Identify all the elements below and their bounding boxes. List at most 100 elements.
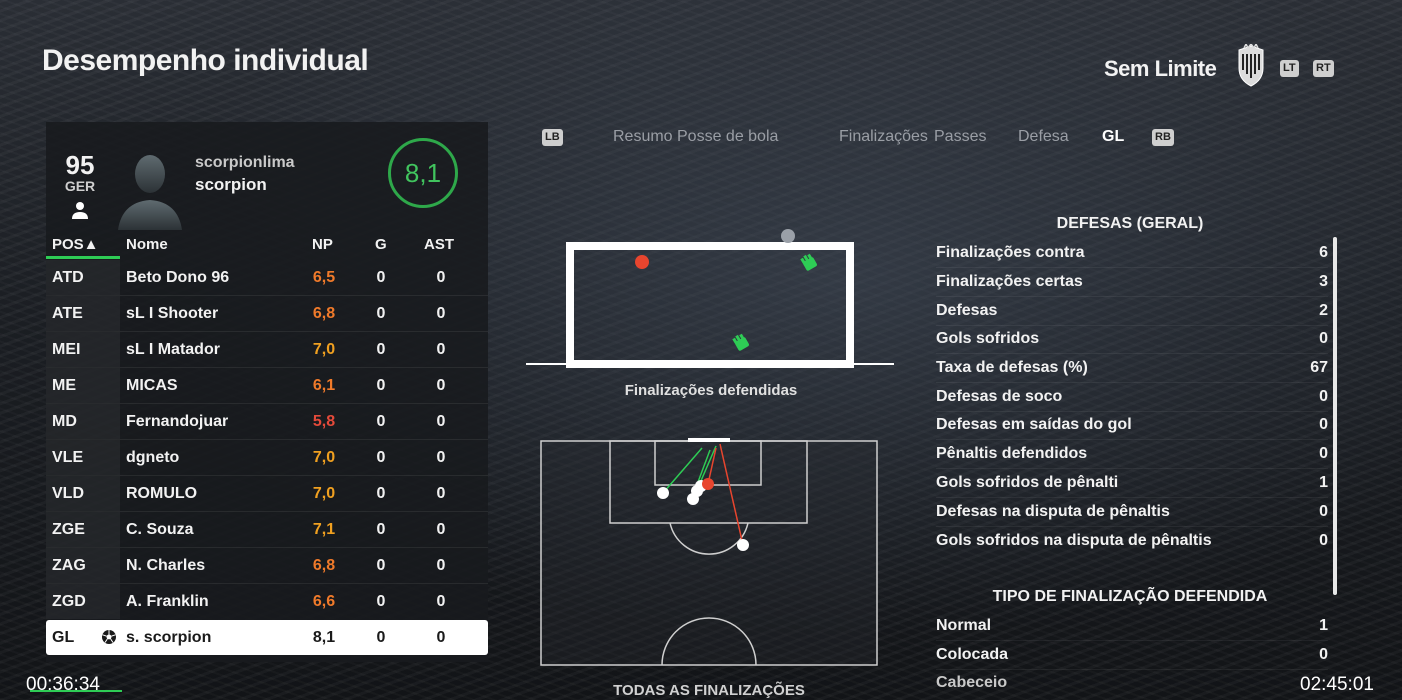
table-row[interactable]: ZAG N. Charles 6,8 0 0 [46, 548, 488, 583]
stat-divider [936, 411, 1328, 412]
row-g: 0 [376, 629, 386, 646]
shot-saved-glove-icon [732, 333, 749, 351]
shot-off-target [781, 229, 795, 243]
table-header: POS▲ Nome NP G AST [46, 232, 488, 258]
row-ast: 0 [436, 521, 446, 538]
tab-gl[interactable]: GL [1102, 128, 1124, 146]
row-np: 6,8 [312, 305, 336, 322]
table-row[interactable]: ZGD A. Franklin 6,6 0 0 [46, 584, 488, 619]
stat-divider [936, 497, 1328, 498]
row-g: 0 [376, 449, 386, 466]
row-name: A. Franklin [126, 593, 209, 610]
elapsed-time: 00:36:34 [26, 674, 100, 695]
row-g: 0 [376, 413, 386, 430]
tab-passes[interactable]: Passes [934, 128, 986, 146]
lb-button[interactable]: LB [542, 127, 563, 146]
shot-type-section-title: TIPO DE FINALIZAÇÃO DEFENDIDA [992, 588, 1268, 605]
table-row[interactable]: ME MICAS 6,1 0 0 [46, 368, 488, 403]
row-name: MICAS [126, 377, 178, 394]
row-name: N. Charles [126, 557, 206, 574]
col-g-header[interactable]: G [375, 236, 387, 253]
row-ast: 0 [436, 485, 446, 502]
person-icon [72, 202, 88, 219]
pitch-shots-chart [540, 438, 878, 666]
table-row-selected[interactable]: GL s. scorpion 8,1 0 0 [46, 620, 488, 655]
lt-button[interactable]: LT [1280, 60, 1299, 77]
sort-indicator [46, 256, 120, 259]
table-row[interactable]: ZGE C. Souza 7,1 0 0 [46, 512, 488, 547]
stat-divider [936, 353, 1328, 354]
stat-divider [936, 439, 1328, 440]
row-np: 6,1 [312, 377, 336, 394]
rb-button[interactable]: RB [1152, 127, 1174, 146]
row-ast: 0 [436, 377, 446, 394]
tab-finalizacoes[interactable]: Finalizações [839, 128, 928, 146]
row-pos: VLD [46, 476, 120, 511]
stat-row: Cabeceio [936, 674, 1008, 691]
row-ast: 0 [436, 341, 446, 358]
row-ast: 0 [436, 413, 446, 430]
table-row[interactable]: ATD Beto Dono 96 6,5 0 0 [46, 260, 488, 295]
shot-origin [657, 487, 669, 499]
row-np: 6,6 [312, 593, 336, 610]
total-time: 02:45:01 [1300, 674, 1374, 695]
rt-button[interactable]: RT [1313, 60, 1334, 77]
col-ast-header[interactable]: AST [424, 236, 454, 253]
stat-divider [936, 526, 1328, 527]
game-mode-label: Sem Limite [1104, 56, 1217, 81]
goal-shots-chart [526, 229, 894, 368]
col-pos-header[interactable]: POS▲ [52, 236, 99, 253]
row-pos: ME [46, 368, 120, 403]
saves-section-title: DEFESAS (GERAL) [1056, 215, 1204, 232]
row-name: s. scorpion [126, 629, 212, 646]
scrollbar-thumb[interactable] [1333, 237, 1337, 595]
row-ast: 0 [436, 629, 446, 646]
row-pos: ATD [46, 260, 120, 295]
player-rating: 8,1 [388, 138, 458, 208]
col-np-header[interactable]: NP [312, 236, 333, 253]
row-np: 7,1 [312, 521, 336, 538]
table-row[interactable]: VLE dgneto 7,0 0 0 [46, 440, 488, 475]
row-name: C. Souza [126, 521, 194, 538]
row-ast: 0 [436, 305, 446, 322]
row-g: 0 [376, 305, 386, 322]
stat-divider [936, 325, 1328, 326]
table-row[interactable]: MD Fernandojuar 5,8 0 0 [46, 404, 488, 439]
row-ast: 0 [436, 449, 446, 466]
table-row[interactable]: ATE sL I Shooter 6,8 0 0 [46, 296, 488, 331]
row-np: 6,5 [312, 269, 336, 286]
tab-posse-de-bola[interactable]: Posse de bola [677, 128, 778, 146]
pitch-chart-label: TODAS AS FINALIZAÇÕES [613, 682, 805, 699]
table-row[interactable]: VLD ROMULO 7,0 0 0 [46, 476, 488, 511]
pitch-outline [540, 440, 878, 666]
tab-defesa[interactable]: Defesa [1018, 128, 1069, 146]
row-pos: MEI [46, 332, 120, 367]
row-pos: MD [46, 404, 120, 439]
row-np: 6,8 [312, 557, 336, 574]
stat-divider [936, 296, 1328, 297]
player-overall: 95 GER [62, 152, 98, 194]
goal-chart-label: Finalizações defendidas [624, 382, 798, 399]
row-name: ROMULO [126, 485, 198, 502]
stat-divider [936, 468, 1328, 469]
overall-label: GER [64, 178, 96, 194]
row-ast: 0 [436, 269, 446, 286]
row-g: 0 [376, 485, 386, 502]
football-icon [102, 630, 116, 644]
player-name: scorpion [195, 175, 267, 194]
row-np: 5,8 [312, 413, 336, 430]
overall-value: 95 [65, 150, 95, 180]
row-np: 7,0 [312, 449, 336, 466]
row-np: 7,0 [312, 485, 336, 502]
row-pos: ATE [46, 296, 120, 331]
table-row[interactable]: MEI sL I Matador 7,0 0 0 [46, 332, 488, 367]
row-g: 0 [376, 557, 386, 574]
stat-row: Gols sofridos na disputa de pênaltis 0 [936, 532, 1328, 549]
player-avatar [118, 155, 182, 230]
row-g: 0 [376, 269, 386, 286]
row-g: 0 [376, 521, 386, 538]
page-title: Desempenho individual [42, 44, 369, 77]
row-ast: 0 [436, 557, 446, 574]
col-name-header[interactable]: Nome [126, 236, 168, 253]
tab-resumo[interactable]: Resumo [613, 128, 673, 146]
